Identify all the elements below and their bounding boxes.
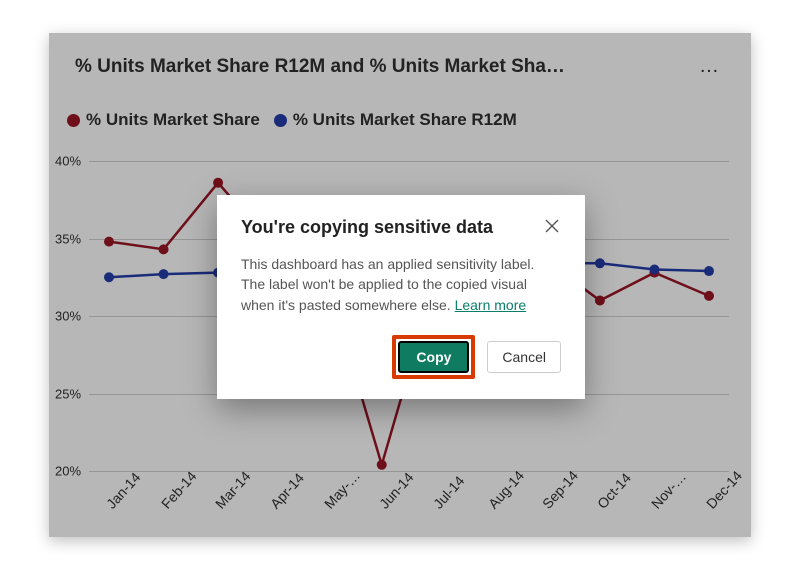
x-tick-label: May-… [321,467,363,511]
cancel-button[interactable]: Cancel [487,341,561,373]
x-tick-label: Dec-14 [703,467,745,511]
data-point[interactable] [595,258,605,268]
x-tick-label: Jan-14 [103,469,144,512]
data-point[interactable] [704,291,714,301]
dialog-body: This dashboard has an applied sensitivit… [241,254,561,315]
legend-item-market-share-r12m[interactable]: % Units Market Share R12M [274,110,517,130]
data-point[interactable] [159,244,169,254]
copy-highlight: Copy [392,335,475,379]
y-tick-label: 25% [55,386,81,401]
close-icon[interactable] [543,217,561,240]
legend-dot-icon [67,114,80,127]
y-tick-label: 20% [55,464,81,479]
legend-dot-icon [274,114,287,127]
x-tick-label: Oct-14 [594,470,634,512]
x-tick-label: Sep-14 [539,467,581,511]
y-tick-label: 30% [55,309,81,324]
chart-title: % Units Market Share R12M and % Units Ma… [75,56,565,78]
data-point[interactable] [704,266,714,276]
y-tick-label: 35% [55,231,81,246]
learn-more-link[interactable]: Learn more [455,297,527,313]
legend-label: % Units Market Share [86,110,260,130]
sensitivity-dialog: You're copying sensitive data This dashb… [217,195,585,399]
data-point[interactable] [104,272,114,282]
data-point[interactable] [595,296,605,306]
chart-header: % Units Market Share R12M and % Units Ma… [49,33,751,82]
x-tick-label: Apr-14 [267,470,307,512]
data-point[interactable] [649,265,659,275]
data-point[interactable] [104,237,114,247]
more-options-icon[interactable]: … [695,51,725,82]
copy-button[interactable]: Copy [398,341,469,373]
data-point[interactable] [377,460,387,470]
dialog-header: You're copying sensitive data [241,217,561,240]
data-point[interactable] [213,178,223,188]
dialog-actions: Copy Cancel [241,335,561,379]
data-point[interactable] [159,269,169,279]
x-tick-label: Jun-14 [376,469,417,512]
x-tick-label: Aug-14 [485,467,527,511]
dialog-title: You're copying sensitive data [241,217,493,238]
x-tick-label: Nov-… [648,469,689,512]
x-tick-label: Mar-14 [212,468,254,512]
legend-label: % Units Market Share R12M [293,110,517,130]
y-tick-label: 40% [55,154,81,169]
legend-item-market-share[interactable]: % Units Market Share [67,110,260,130]
x-tick-label: Feb-14 [158,468,200,512]
chart-legend: % Units Market Share % Units Market Shar… [49,82,751,130]
x-tick-label: Jul-14 [430,473,467,512]
